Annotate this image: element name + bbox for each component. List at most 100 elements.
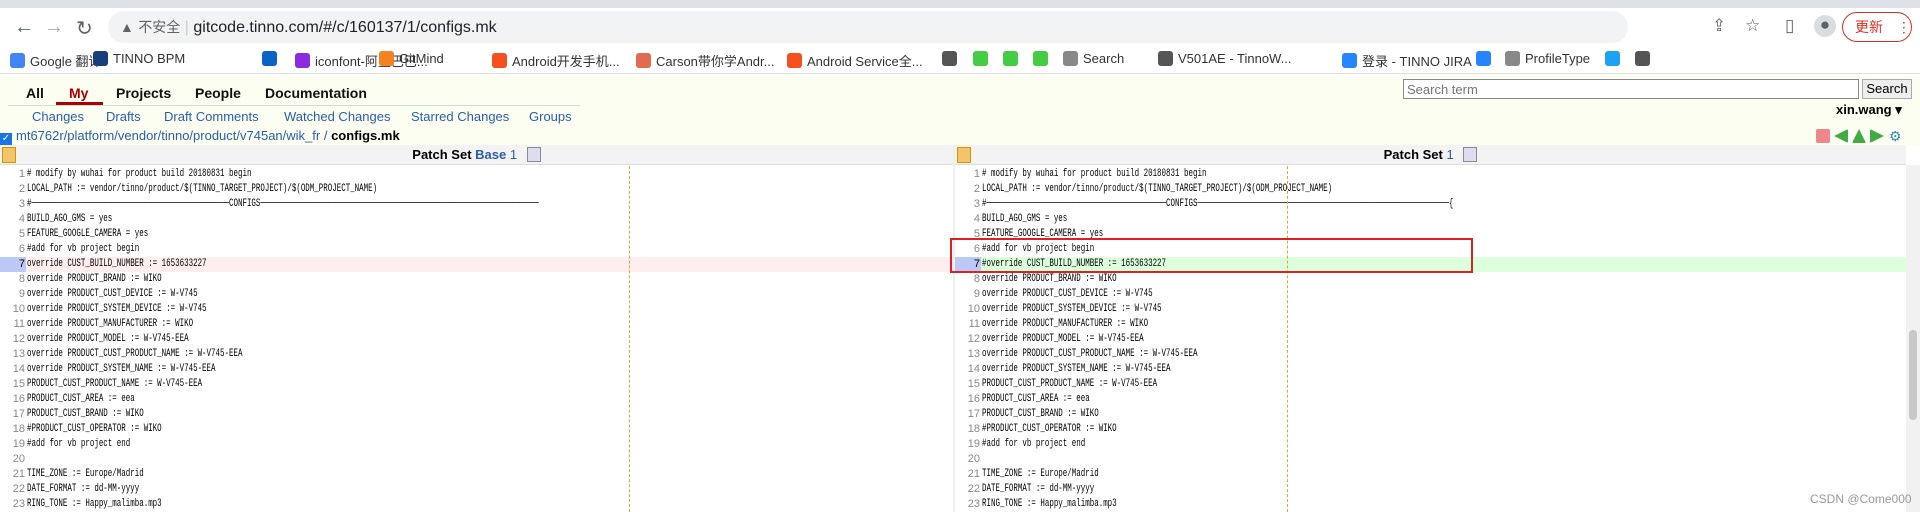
line-number[interactable]: 12: [955, 332, 981, 347]
project-path-link[interactable]: mt6762r/platform/vendor/tinno/product/v7…: [16, 128, 320, 143]
line-number[interactable]: 15: [0, 377, 26, 392]
line-number[interactable]: 23: [955, 497, 981, 512]
menu-people[interactable]: People: [195, 85, 241, 101]
line-number[interactable]: 3: [0, 197, 26, 212]
submenu-changes[interactable]: Changes: [32, 109, 84, 124]
up-to-change-icon[interactable]: [1852, 129, 1866, 143]
line-number[interactable]: 2: [955, 182, 981, 197]
line-number[interactable]: 4: [0, 212, 26, 227]
bookmark-item[interactable]: [1476, 51, 1491, 66]
menu-documentation[interactable]: Documentation: [265, 85, 367, 101]
line-number[interactable]: 16: [0, 392, 26, 407]
bookmark-item[interactable]: Android Service全...: [787, 51, 923, 70]
submenu-drafts[interactable]: Drafts: [106, 109, 141, 124]
line-number[interactable]: 15: [955, 377, 981, 392]
menu-all[interactable]: All: [26, 85, 44, 101]
scrollbar-thumb[interactable]: [1909, 330, 1917, 420]
line-number[interactable]: 11: [0, 317, 26, 332]
line-number[interactable]: 20: [0, 452, 26, 467]
settings-gear-icon[interactable]: ⚙: [1889, 129, 1903, 143]
line-number[interactable]: 18: [0, 422, 26, 437]
profile-avatar-icon[interactable]: ●: [1814, 15, 1836, 37]
menu-my[interactable]: My: [69, 85, 88, 101]
bookmark-item[interactable]: 登录 - TINNO JIRA: [1342, 51, 1472, 70]
share-icon[interactable]: ⇪: [1712, 16, 1726, 36]
line-number[interactable]: 3: [955, 197, 981, 212]
bookmark-item[interactable]: [973, 51, 988, 66]
submenu-groups[interactable]: Groups: [529, 109, 572, 124]
bookmark-item[interactable]: [1003, 51, 1018, 66]
checkbox-icon[interactable]: ✓: [0, 133, 12, 145]
file-comment-icon[interactable]: [957, 147, 971, 163]
bookmark-item[interactable]: ProfileType: [1505, 51, 1590, 66]
bookmark-item[interactable]: [1033, 51, 1048, 66]
line-number[interactable]: 10: [0, 302, 26, 317]
line-number[interactable]: 19: [0, 437, 26, 452]
line-number[interactable]: 13: [0, 347, 26, 362]
line-number[interactable]: 2: [0, 182, 26, 197]
search-input[interactable]: [1403, 79, 1859, 99]
bookmark-item[interactable]: [262, 51, 277, 66]
line-number[interactable]: 8: [955, 272, 981, 287]
bookmark-item[interactable]: Google 翻译: [10, 51, 102, 70]
line-number[interactable]: 19: [955, 437, 981, 452]
patch-set-1-link[interactable]: 1: [510, 147, 517, 162]
reload-icon[interactable]: ↻: [76, 16, 93, 41]
address-bar[interactable]: ▲ 不安全 | gitcode.tinno.com/#/c/160137/1/c…: [108, 11, 1628, 43]
line-number[interactable]: 5: [0, 227, 26, 242]
submenu-watched-changes[interactable]: Watched Changes: [284, 109, 390, 124]
menu-projects[interactable]: Projects: [116, 85, 171, 101]
side-panel-icon[interactable]: ▯: [1785, 16, 1794, 36]
search-button[interactable]: Search: [1862, 79, 1912, 99]
line-number[interactable]: 16: [955, 392, 981, 407]
download-icon[interactable]: [526, 147, 541, 162]
line-number[interactable]: 11: [955, 317, 981, 332]
bookmark-item[interactable]: GitMind: [379, 51, 444, 66]
line-number[interactable]: 14: [0, 362, 26, 377]
download-icon[interactable]: [1463, 147, 1478, 162]
line-number[interactable]: 13: [955, 347, 981, 362]
next-file-icon[interactable]: [1870, 129, 1884, 143]
scrollbar[interactable]: [1906, 165, 1920, 512]
line-number[interactable]: 22: [0, 482, 26, 497]
line-number[interactable]: 17: [955, 407, 981, 422]
line-number[interactable]: 8: [0, 272, 26, 287]
bookmark-item[interactable]: V501AE - TinnoW...: [1158, 51, 1291, 66]
line-number[interactable]: 17: [0, 407, 26, 422]
back-icon[interactable]: ←: [14, 16, 34, 39]
line-number[interactable]: 7: [0, 257, 26, 272]
line-number[interactable]: 21: [0, 467, 26, 482]
file-comment-icon[interactable]: [2, 147, 16, 163]
line-number[interactable]: 1: [955, 167, 981, 182]
line-number[interactable]: 9: [955, 287, 981, 302]
user-menu[interactable]: xin.wang ▾: [1836, 102, 1902, 118]
patch-set-base-link[interactable]: Base: [475, 147, 506, 162]
line-number[interactable]: 22: [955, 482, 981, 497]
line-number[interactable]: 23: [0, 497, 26, 512]
update-button[interactable]: 更新 ⋮: [1842, 12, 1912, 42]
bookmark-item[interactable]: TINNO BPM: [93, 51, 185, 66]
line-number[interactable]: 9: [0, 287, 26, 302]
line-number[interactable]: 10: [955, 302, 981, 317]
star-icon[interactable]: ☆: [1745, 16, 1760, 36]
bookmark-item[interactable]: Android开发手机...: [492, 51, 620, 70]
line-number[interactable]: 1: [0, 167, 26, 182]
bookmark-item[interactable]: [1635, 51, 1650, 66]
line-number[interactable]: 21: [955, 467, 981, 482]
line-number[interactable]: 12: [0, 332, 26, 347]
line-number[interactable]: 20: [955, 452, 981, 467]
bookmark-item[interactable]: Search: [1063, 51, 1124, 66]
bookmark-item[interactable]: Carson带你学Andr...: [636, 51, 775, 70]
bookmark-item[interactable]: [942, 51, 957, 66]
patch-set-1-link[interactable]: 1: [1447, 147, 1454, 162]
prev-file-icon[interactable]: [1834, 129, 1848, 143]
line-number[interactable]: 18: [955, 422, 981, 437]
line-number[interactable]: 6: [0, 242, 26, 257]
submenu-starred-changes[interactable]: Starred Changes: [411, 109, 509, 124]
forward-icon[interactable]: →: [44, 16, 64, 39]
line-number[interactable]: 14: [955, 362, 981, 377]
bookmark-item[interactable]: [1605, 51, 1620, 66]
reviewed-icon[interactable]: [1816, 129, 1830, 143]
submenu-draft-comments[interactable]: Draft Comments: [164, 109, 259, 124]
line-number[interactable]: 4: [955, 212, 981, 227]
